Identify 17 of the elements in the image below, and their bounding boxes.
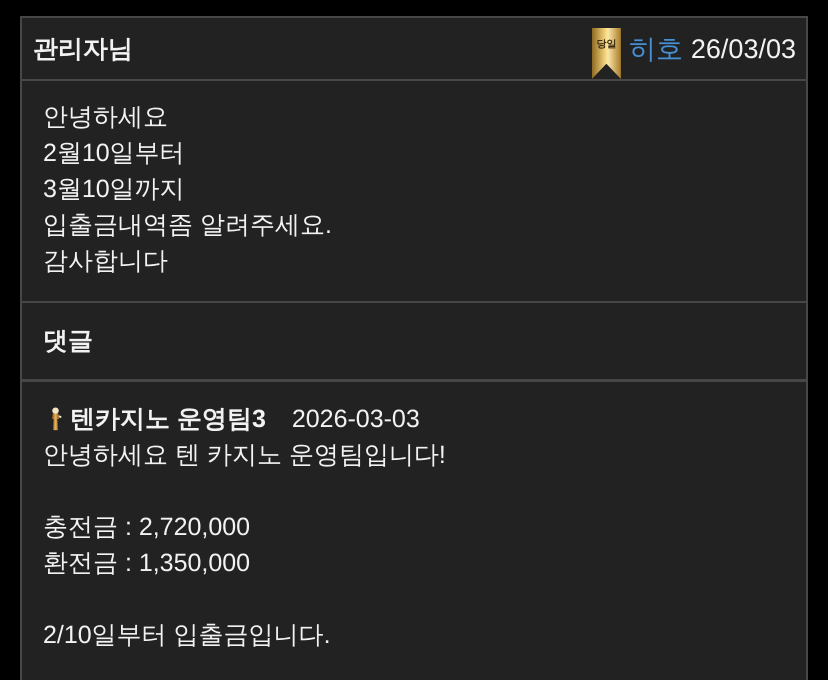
figurine-icon xyxy=(49,407,62,431)
comment-text: 충전금 : 2,720,000 xyxy=(43,512,252,543)
comment-text: 안녕하세요 텐 카지노 운영팀입니다! xyxy=(43,440,447,471)
post-title: 관리자님 xyxy=(33,34,133,64)
same-day-badge: 당일 xyxy=(592,28,621,79)
comments-heading: 댓글 xyxy=(43,326,93,356)
post-text: 3월10일까지 xyxy=(43,174,186,205)
comment-author[interactable]: 텐카지노 운영팀3 xyxy=(70,404,266,434)
post-text: 안녕하세요 xyxy=(43,102,169,133)
post-date: 26/03/03 xyxy=(690,32,796,64)
post-text: 2월10일부터 xyxy=(43,138,186,169)
comment-date: 2026-03-03 xyxy=(292,404,420,434)
post-text: 감사합니다 xyxy=(43,246,169,277)
author-name[interactable]: 히호 xyxy=(628,32,683,64)
post-text: 입출금내역좀 알려주세요. xyxy=(43,210,333,241)
comment-text: 2/10일부터 입출금입니다. xyxy=(43,620,332,651)
comment-text: 환전금 : 1,350,000 xyxy=(43,548,252,579)
